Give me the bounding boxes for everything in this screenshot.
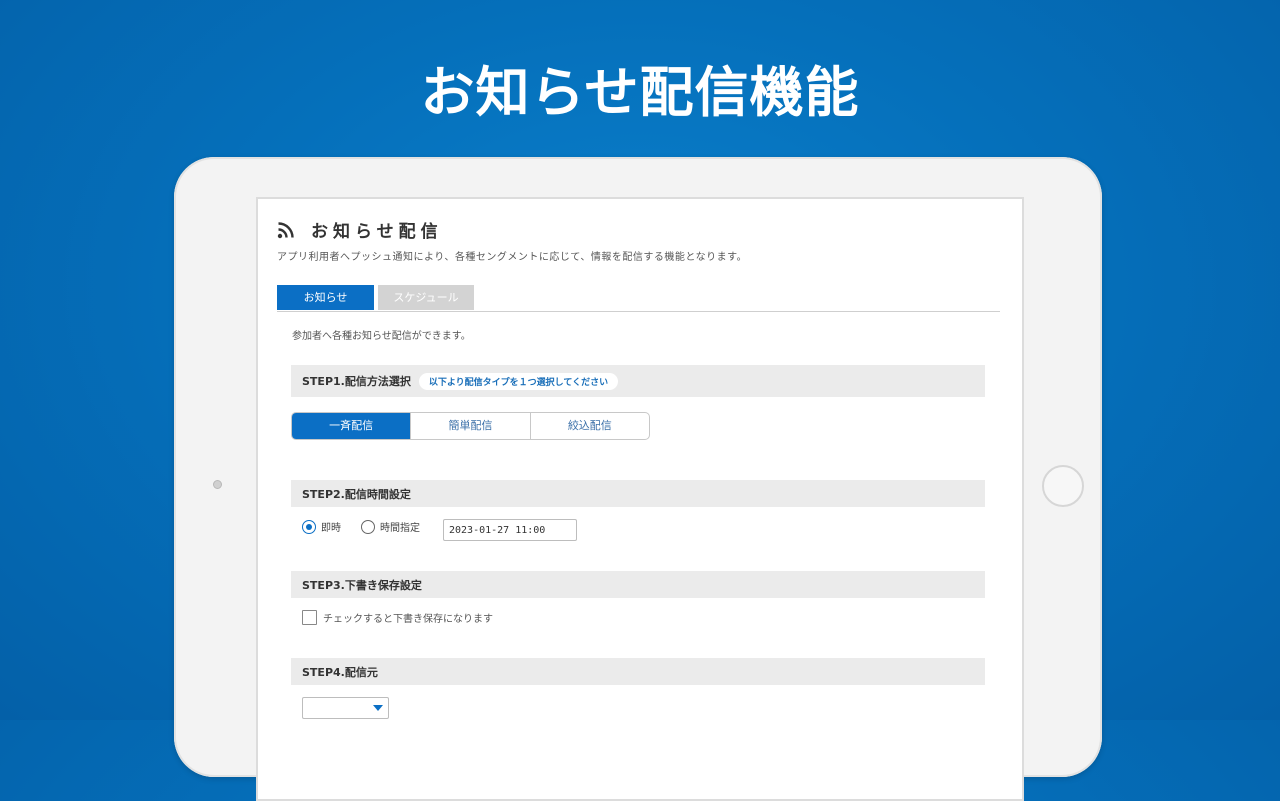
- tab-notice[interactable]: お知らせ: [277, 285, 374, 310]
- delivery-method-selector: 一斉配信 簡単配信 絞込配信: [291, 412, 650, 440]
- method-simple-button[interactable]: 簡単配信: [411, 413, 531, 439]
- page-header: お知らせ配信: [277, 217, 443, 242]
- datetime-input[interactable]: 2023-01-27 11:00: [443, 519, 577, 541]
- radio-scheduled-control[interactable]: [361, 519, 375, 534]
- tab-schedule[interactable]: スケジュール: [378, 285, 474, 310]
- step4-header: STEP4.配信元: [291, 658, 985, 685]
- step3-title: STEP3.下書き保存設定: [302, 578, 422, 592]
- rss-icon: [277, 221, 294, 238]
- step1-hint-badge: 以下より配信タイプを１つ選択してください: [418, 372, 619, 390]
- tablet-frame: お知らせ配信 アプリ利用者へプッシュ通知により、各種セングメントに応じて、情報を…: [174, 157, 1102, 801]
- radio-immediate-label: 即時: [321, 523, 341, 534]
- step2-title: STEP2.配信時間設定: [302, 487, 411, 501]
- radio-scheduled-label: 時間指定: [380, 523, 420, 534]
- tablet-screen: お知らせ配信 アプリ利用者へプッシュ通知により、各種セングメントに応じて、情報を…: [256, 197, 1024, 801]
- method-filtered-button[interactable]: 絞込配信: [531, 413, 649, 439]
- step4-title: STEP4.配信元: [302, 665, 378, 679]
- chevron-down-icon: [373, 705, 383, 711]
- step1-header: STEP1.配信方法選択 以下より配信タイプを１つ選択してください: [291, 365, 985, 397]
- intro-text: 参加者へ各種お知らせ配信ができます。: [292, 331, 471, 342]
- page-title: お知らせ配信: [311, 222, 443, 242]
- page-description: アプリ利用者へプッシュ通知により、各種セングメントに応じて、情報を配信する機能と…: [277, 252, 748, 263]
- radio-scheduled[interactable]: 時間指定: [361, 519, 420, 534]
- method-broadcast-button[interactable]: 一斉配信: [292, 413, 412, 439]
- step3-header: STEP3.下書き保存設定: [291, 571, 985, 598]
- radio-immediate[interactable]: 即時: [302, 519, 341, 534]
- tab-bar: お知らせ スケジュール: [277, 285, 1000, 312]
- time-radio-group: 即時 時間指定: [302, 519, 440, 534]
- sender-select[interactable]: [302, 697, 389, 719]
- step2-header: STEP2.配信時間設定: [291, 480, 985, 507]
- radio-immediate-control[interactable]: [302, 519, 316, 534]
- draft-checkbox-label: チェックすると下書き保存になります: [323, 614, 493, 625]
- hero-title: お知らせ配信機能: [420, 61, 860, 124]
- home-button: [1042, 465, 1084, 507]
- camera-dot: [213, 480, 222, 489]
- draft-checkbox[interactable]: [302, 610, 317, 625]
- step1-title: STEP1.配信方法選択: [302, 375, 411, 388]
- draft-checkbox-row[interactable]: チェックすると下書き保存になります: [302, 610, 493, 625]
